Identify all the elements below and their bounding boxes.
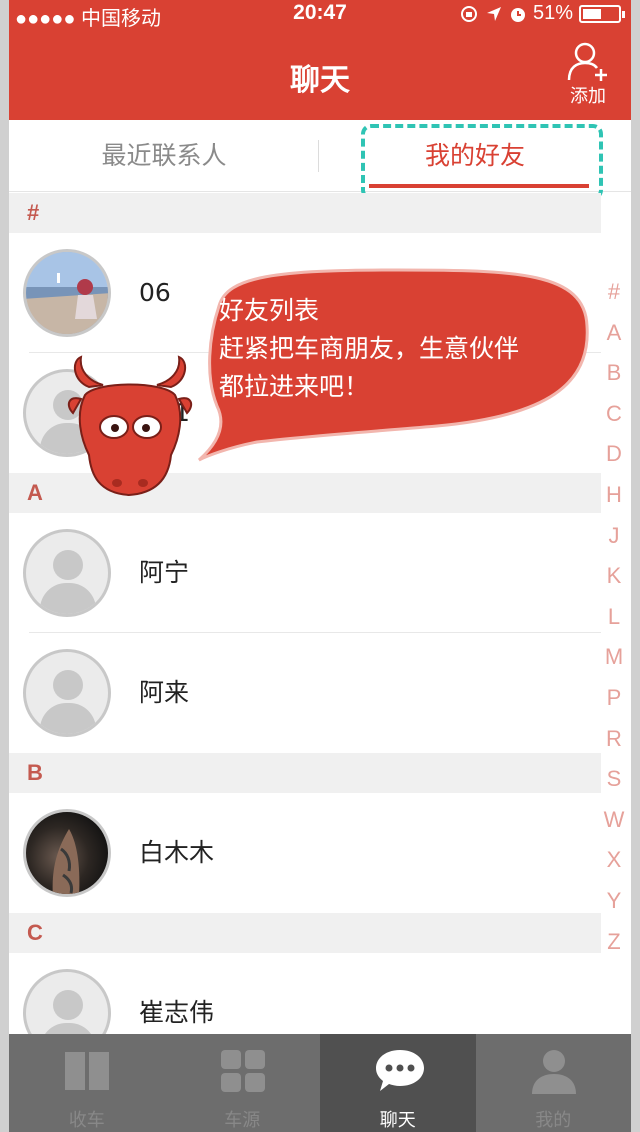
tab-label: 车源 (224, 1110, 261, 1131)
chat-bubble-icon (376, 1050, 424, 1091)
index-letter[interactable]: X (601, 840, 627, 881)
tab-recent-contacts[interactable]: 最近联系人 (9, 120, 319, 192)
app-frame: ●●●●● 中国移动 20:47 51% 聊天 添加 最近联系人 我的好友 # … (9, 0, 631, 1132)
index-letter[interactable]: S (601, 759, 627, 800)
section-header-hash: # (9, 193, 601, 233)
tab-shouche[interactable]: 收车 (9, 1034, 165, 1132)
guide-text: 好友列表 赶紧把车商朋友，生意伙伴 都拉进来吧！ (219, 292, 519, 406)
tab-label: 聊天 (379, 1110, 416, 1131)
index-letter[interactable]: K (601, 556, 627, 597)
index-letter[interactable]: J (601, 516, 627, 557)
battery-icon (579, 4, 625, 23)
contact-name: 阿宁 (139, 558, 190, 587)
bottom-tab-bar: 收车 车源 聊天 我的 (9, 1034, 631, 1132)
section-header-c: C (9, 913, 601, 953)
index-letter[interactable]: C (601, 394, 627, 435)
guide-line-3: 都拉进来吧！ (219, 372, 370, 401)
battery-percent: 51% (532, 2, 573, 24)
index-letter[interactable]: D (601, 434, 627, 475)
index-letter[interactable]: L (601, 597, 627, 638)
index-letter[interactable]: R (601, 719, 627, 760)
tab-cheyuan[interactable]: 车源 (165, 1034, 321, 1132)
bull-mascot-icon (67, 355, 193, 497)
tab-mine[interactable]: 我的 (476, 1034, 632, 1132)
status-bar: ●●●●● 中国移动 20:47 51% (9, 0, 631, 30)
index-letter[interactable]: P (601, 678, 627, 719)
tab-label: 我的 (535, 1110, 572, 1131)
alphabet-index[interactable]: # A B C D H J K L M P R S W X Y Z (601, 272, 627, 962)
add-user-icon (567, 42, 607, 81)
add-label: 添加 (570, 86, 606, 107)
page-title: 聊天 (290, 63, 350, 98)
index-letter[interactable]: B (601, 353, 627, 394)
index-letter[interactable]: M (601, 637, 627, 678)
guide-line-1: 好友列表 (219, 296, 320, 325)
rotation-lock-icon (460, 5, 477, 22)
add-friend-button[interactable]: 添加 (563, 42, 613, 112)
alarm-icon (510, 7, 525, 22)
index-letter[interactable]: Y (601, 881, 627, 922)
contact-name: 阿来 (139, 678, 190, 707)
contact-row[interactable]: 白木木 (9, 793, 601, 913)
person-icon (531, 1050, 576, 1094)
contact-row[interactable]: 阿来 (9, 633, 601, 753)
avatar (23, 529, 111, 617)
header-bar: ●●●●● 中国移动 20:47 51% 聊天 添加 (9, 0, 631, 120)
index-letter[interactable]: H (601, 475, 627, 516)
index-letter[interactable]: Z (601, 922, 627, 963)
tab-label: 收车 (68, 1110, 105, 1131)
index-letter[interactable]: A (601, 313, 627, 354)
avatar (23, 809, 111, 897)
tab-chat[interactable]: 聊天 (320, 1034, 476, 1132)
avatar (23, 649, 111, 737)
location-icon (486, 6, 501, 21)
contact-row[interactable]: 阿宁 (9, 513, 601, 633)
index-letter[interactable]: # (601, 272, 627, 313)
section-header-b: B (9, 753, 601, 793)
contact-name: 白木木 (139, 838, 215, 867)
avatar (23, 249, 111, 337)
index-letter[interactable]: W (601, 800, 627, 841)
contact-name: 06 (139, 278, 171, 307)
book-icon (65, 1052, 109, 1090)
status-right: 51% (459, 2, 625, 25)
tab-highlight-frame (361, 124, 603, 200)
guide-line-2: 赶紧把车商朋友，生意伙伴 (219, 334, 520, 363)
grid-icon (220, 1050, 265, 1092)
